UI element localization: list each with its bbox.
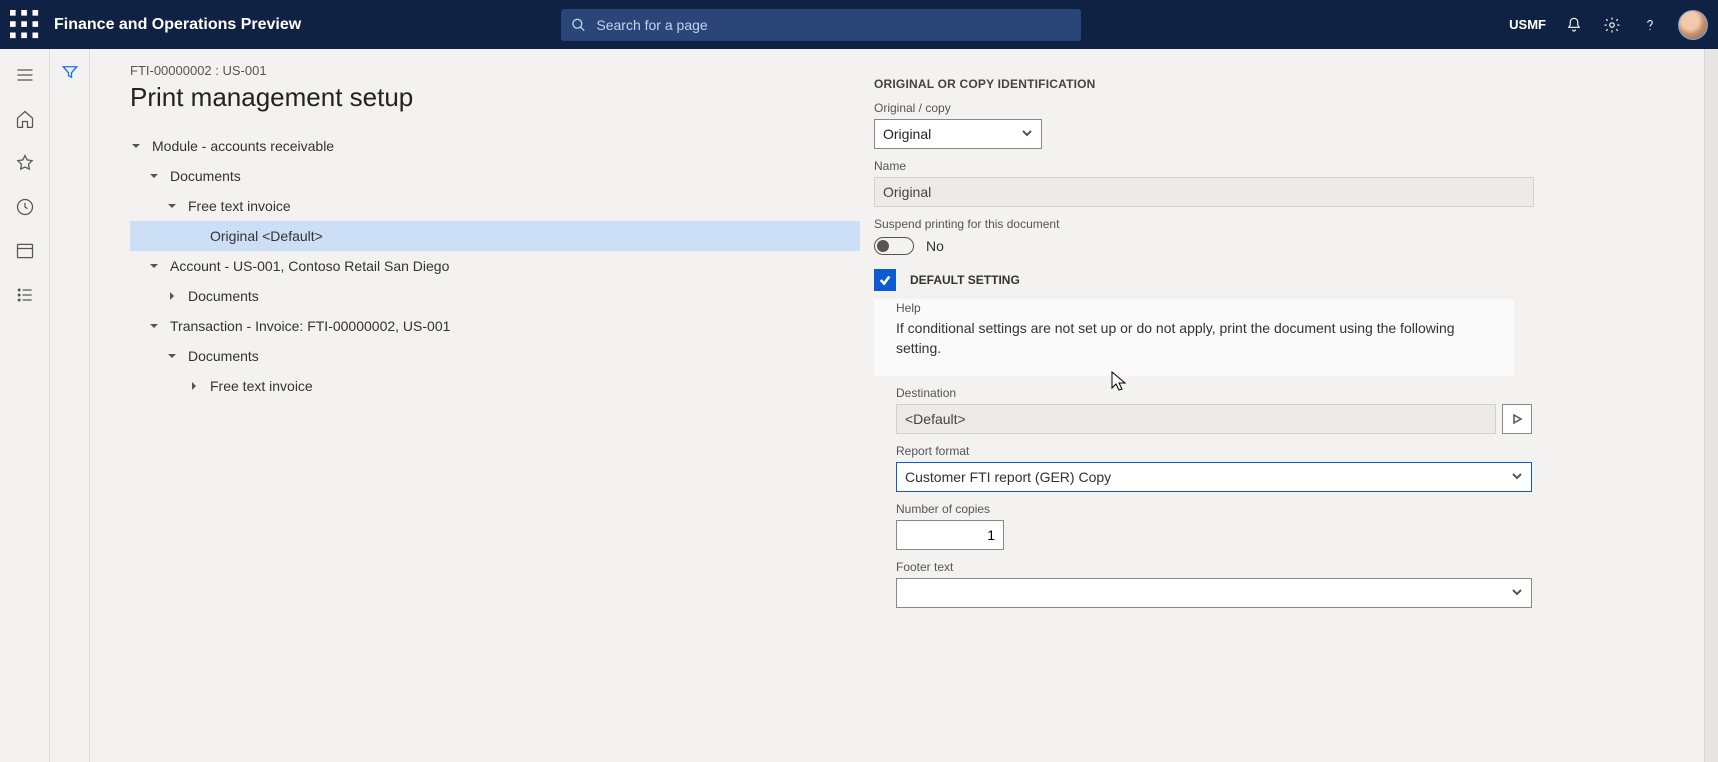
tree-node-freetext[interactable]: Free text invoice: [130, 191, 860, 221]
suspend-toggle[interactable]: [874, 237, 914, 255]
chevron-down-icon: [1511, 469, 1523, 485]
help-block: Help If conditional settings are not set…: [874, 299, 1514, 376]
star-icon[interactable]: [13, 151, 37, 175]
tree-node-documents[interactable]: Documents: [130, 161, 860, 191]
waffle-icon[interactable]: [10, 10, 40, 40]
help-text: If conditional settings are not set up o…: [896, 319, 1486, 358]
caret-down-icon: [148, 260, 160, 272]
help-label: Help: [896, 301, 1514, 315]
search-icon: [571, 17, 586, 33]
tree-node-trans-documents[interactable]: Documents: [130, 341, 860, 371]
label-name: Name: [874, 159, 1698, 173]
copies-input[interactable]: [896, 520, 1004, 550]
caret-down-icon: [166, 350, 178, 362]
caret-placeholder: [188, 230, 200, 242]
tree-node-module[interactable]: Module - accounts receivable: [130, 131, 860, 161]
default-setting-label: DEFAULT SETTING: [910, 273, 1020, 287]
left-rail: [0, 49, 50, 762]
tree-node-transaction[interactable]: Transaction - Invoice: FTI-00000002, US-…: [130, 311, 860, 341]
footer-text-select[interactable]: [896, 578, 1532, 608]
caret-right-icon: [166, 290, 178, 302]
original-copy-select[interactable]: Original: [874, 119, 1042, 149]
tree-node-account-documents[interactable]: Documents: [130, 281, 860, 311]
hamburger-icon[interactable]: [13, 63, 37, 87]
bell-icon[interactable]: [1564, 15, 1584, 35]
chevron-down-icon: [1021, 126, 1033, 142]
report-format-select[interactable]: Customer FTI report (GER) Copy: [896, 462, 1532, 492]
section-title-original: ORIGINAL OR COPY IDENTIFICATION: [874, 77, 1698, 91]
app-title: Finance and Operations Preview: [54, 16, 301, 34]
search-input[interactable]: [596, 17, 1071, 33]
gear-icon[interactable]: [1602, 15, 1622, 35]
label-copies: Number of copies: [896, 502, 1698, 516]
label-original-copy: Original / copy: [874, 101, 1698, 115]
company-badge[interactable]: USMF: [1509, 17, 1546, 32]
label-suspend: Suspend printing for this document: [874, 217, 1698, 231]
caret-down-icon: [148, 170, 160, 182]
tree-node-trans-freetext[interactable]: Free text invoice: [130, 371, 860, 401]
filter-bar: [50, 49, 90, 762]
suspend-value: No: [926, 238, 944, 254]
caret-right-icon: [188, 380, 200, 392]
caret-down-icon: [148, 320, 160, 332]
tree-node-account[interactable]: Account - US-001, Contoso Retail San Die…: [130, 251, 860, 281]
help-icon[interactable]: [1640, 15, 1660, 35]
label-footer: Footer text: [896, 560, 1698, 574]
scrollbar[interactable]: [1704, 49, 1718, 762]
topbar: Finance and Operations Preview USMF: [0, 0, 1718, 49]
label-report-format: Report format: [896, 444, 1698, 458]
form-pane: ORIGINAL OR COPY IDENTIFICATION Original…: [860, 49, 1704, 762]
funnel-icon[interactable]: [61, 63, 79, 762]
recent-icon[interactable]: [13, 195, 37, 219]
search-box[interactable]: [561, 9, 1081, 41]
home-icon[interactable]: [13, 107, 37, 131]
page-title: Print management setup: [130, 82, 860, 113]
tree: Module - accounts receivable Documents F…: [130, 131, 860, 401]
breadcrumb: FTI-00000002 : US-001: [130, 63, 860, 78]
destination-run-button[interactable]: [1502, 404, 1532, 434]
play-icon: [1511, 413, 1523, 425]
modules-icon[interactable]: [13, 283, 37, 307]
default-setting-checkbox[interactable]: [874, 269, 896, 291]
destination-field: <Default>: [896, 404, 1496, 434]
caret-down-icon: [130, 140, 142, 152]
avatar[interactable]: [1678, 10, 1708, 40]
chevron-down-icon: [1511, 585, 1523, 601]
name-field: Original: [874, 177, 1534, 207]
tree-pane: FTI-00000002 : US-001 Print management s…: [90, 49, 860, 762]
label-destination: Destination: [896, 386, 1698, 400]
tree-node-original-default[interactable]: Original <Default>: [130, 221, 860, 251]
workspaces-icon[interactable]: [13, 239, 37, 263]
caret-down-icon: [166, 200, 178, 212]
